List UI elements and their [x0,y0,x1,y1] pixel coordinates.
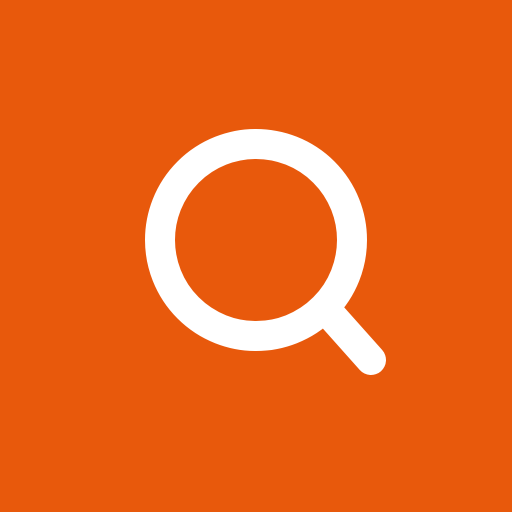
search-icon-handle [315,299,386,375]
search-icon [145,129,386,375]
search-app-icon-tile[interactable] [0,0,512,512]
